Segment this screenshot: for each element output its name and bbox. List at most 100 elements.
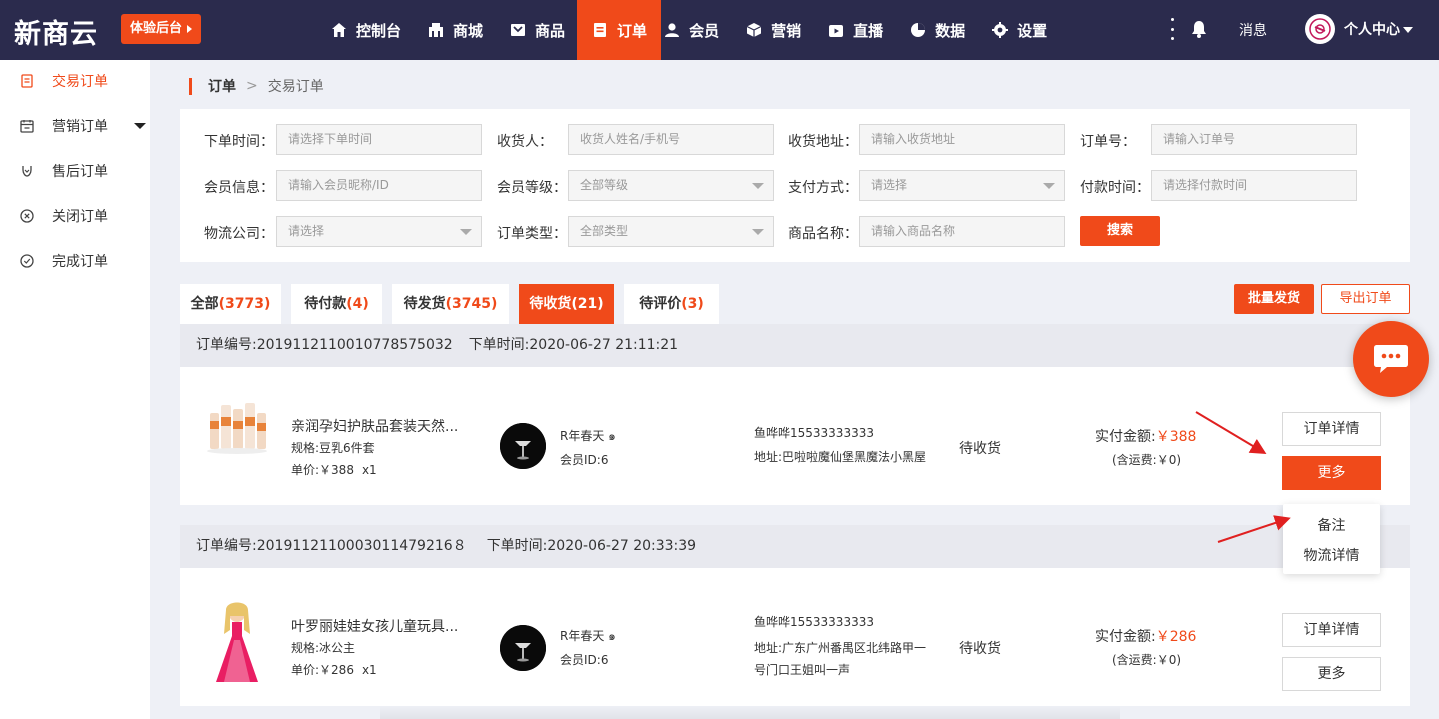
more-button[interactable]: 更多	[1282, 456, 1381, 490]
sidebar-item-completed-orders[interactable]: 完成订单	[0, 241, 150, 281]
nav-item-settings[interactable]: 设置	[991, 0, 1057, 60]
play-triangle-icon	[187, 24, 192, 33]
tab-pending-review[interactable]: 待评价(3)	[624, 284, 719, 324]
order-icon	[591, 21, 609, 39]
order-type-select[interactable]: 全部类型	[568, 216, 774, 247]
messages-link[interactable]: 消息	[1239, 20, 1267, 40]
sidebar-item-aftersale-orders[interactable]: 售后订单	[0, 151, 150, 191]
user-avatar[interactable]	[1305, 14, 1335, 44]
tab-pending-receipt[interactable]: 待收货(21)	[519, 284, 614, 324]
unit-price: 单价:￥388	[291, 463, 354, 477]
member-level-select[interactable]: 全部等级	[568, 170, 774, 201]
user-center-menu[interactable]: 个人中心	[1344, 19, 1413, 39]
sidebar-item-marketing-orders[interactable]: 营销订单	[0, 106, 150, 146]
nav-item-store[interactable]: 商城	[427, 0, 493, 60]
logistics-label: 物流公司：	[204, 226, 274, 242]
receiver-address: 地址:广东广州番禺区北纬路甲一	[754, 641, 927, 655]
goods-icon	[509, 21, 527, 39]
export-orders-button[interactable]: 导出订单	[1321, 284, 1410, 314]
member-info-input[interactable]: 请输入会员昵称/ID	[276, 170, 482, 201]
nav-label: 营销	[771, 21, 802, 40]
product-name[interactable]: 亲润孕妇护肤品套装天然...	[291, 416, 458, 436]
data-icon	[909, 21, 927, 39]
nav-item-dashboard[interactable]: 控制台	[330, 0, 411, 60]
address-input[interactable]: 请输入收货地址	[859, 124, 1065, 155]
breadcrumb: 订单 > 交易订单	[189, 76, 324, 96]
nav-item-marketing[interactable]: 营销	[745, 0, 811, 60]
bell-icon[interactable]	[1191, 20, 1207, 42]
store-icon	[427, 21, 445, 39]
more-vertical-icon[interactable]	[1169, 18, 1175, 40]
order-time-placeholder: 请选择下单时间	[288, 132, 373, 146]
receiver-input[interactable]: 收货人姓名/手机号	[568, 124, 774, 155]
tab-count: (21)	[571, 296, 604, 312]
order-status: 待收货	[959, 441, 1001, 457]
document-icon	[20, 74, 34, 88]
brand-logo[interactable]: 新商云	[14, 12, 98, 51]
more-button[interactable]: 更多	[1282, 657, 1381, 691]
tab-label: 待发货	[403, 296, 446, 312]
order-type-label: 订单类型：	[497, 226, 567, 242]
tab-all[interactable]: 全部(3773)	[180, 284, 281, 324]
sidebar-item-label: 交易订单	[52, 74, 108, 90]
tab-label: 待付款	[304, 296, 347, 312]
trial-backend-button[interactable]: 体验后台	[121, 14, 201, 44]
scroll-shadow	[380, 706, 1120, 719]
sidebar-item-trade-orders[interactable]: 交易订单	[0, 61, 150, 101]
nav-item-orders[interactable]: 订单	[577, 0, 662, 60]
nav-label: 数据	[935, 21, 966, 40]
menu-item-remark[interactable]: 备注	[1283, 515, 1380, 535]
breadcrumb-separator: >	[246, 78, 258, 94]
calendar-icon	[20, 119, 34, 133]
paid-value: ￥388	[1155, 429, 1197, 445]
product-name-input[interactable]: 请输入商品名称	[859, 216, 1065, 247]
tab-count: (4)	[346, 296, 369, 312]
top-navbar: 新商云 体验后台 控制台 商城 商品 订单 会员 营销 直播 数据 设置 消息 …	[0, 0, 1439, 60]
pay-time-input[interactable]: 请选择付款时间	[1151, 170, 1357, 201]
pay-method-select[interactable]: 请选择	[859, 170, 1065, 201]
product-thumbnail[interactable]	[204, 391, 270, 457]
main-nav: 控制台 商城 商品 订单 会员 营销 直播 数据 设置	[330, 0, 1073, 60]
member-info-label: 会员信息：	[204, 180, 274, 196]
product-name[interactable]: 叶罗丽娃娃女孩儿童玩具...	[291, 616, 458, 636]
search-button[interactable]: 搜索	[1080, 216, 1160, 246]
logistics-select[interactable]: 请选择	[276, 216, 482, 247]
order-status: 待收货	[959, 641, 1001, 657]
sidebar-item-closed-orders[interactable]: 关闭订单	[0, 196, 150, 236]
breadcrumb-current: 交易订单	[267, 79, 324, 95]
order-type-value: 全部类型	[580, 224, 629, 238]
sidebar-item-label: 售后订单	[52, 164, 108, 180]
order-detail-button[interactable]: 订单详情	[1282, 613, 1381, 647]
order-time: 下单时间:2020-06-27 21:11:21	[468, 337, 679, 353]
sidebar-item-label: 关闭订单	[52, 209, 108, 225]
order-detail-button[interactable]: 订单详情	[1282, 412, 1381, 446]
nav-label: 直播	[853, 21, 884, 40]
tab-label: 全部	[190, 296, 219, 312]
nav-label: 商品	[535, 21, 566, 40]
order-header: 订单编号:2019112110003011479216８ 下单时间:2020-06…	[180, 525, 1410, 568]
menu-item-logistics-detail[interactable]: 物流详情	[1283, 545, 1380, 565]
chat-support-button[interactable]	[1353, 321, 1429, 397]
receiver-label: 收货人：	[497, 134, 553, 150]
tab-pending-shipment[interactable]: 待发货(3745)	[392, 284, 509, 324]
order-no-input[interactable]: 请输入订单号	[1151, 124, 1357, 155]
nav-item-live[interactable]: 直播	[827, 0, 893, 60]
sidebar-item-label: 营销订单	[52, 119, 108, 135]
sidebar: 交易订单 营销订单 售后订单 关闭订单 完成订单	[0, 60, 150, 719]
nav-label: 会员	[689, 21, 720, 40]
order-no-label: 订单号：	[1080, 134, 1136, 150]
batch-ship-button[interactable]: 批量发货	[1234, 284, 1314, 314]
tab-pending-payment[interactable]: 待付款(4)	[291, 284, 382, 324]
chat-bubble-icon	[1374, 345, 1408, 373]
order-number: 订单编号:2019112110010778575032	[196, 337, 453, 353]
member-level-label: 会员等级：	[497, 180, 567, 196]
order-time-input[interactable]: 请选择下单时间	[276, 124, 482, 155]
nav-item-goods[interactable]: 商品	[509, 0, 575, 60]
breadcrumb-accent-bar	[189, 77, 192, 95]
breadcrumb-parent[interactable]: 订单	[208, 76, 236, 96]
check-circle-icon	[20, 254, 34, 268]
product-thumbnail[interactable]	[204, 600, 270, 684]
nav-item-data[interactable]: 数据	[909, 0, 975, 60]
member-icon	[663, 21, 681, 39]
nav-item-members[interactable]: 会员	[663, 0, 729, 60]
